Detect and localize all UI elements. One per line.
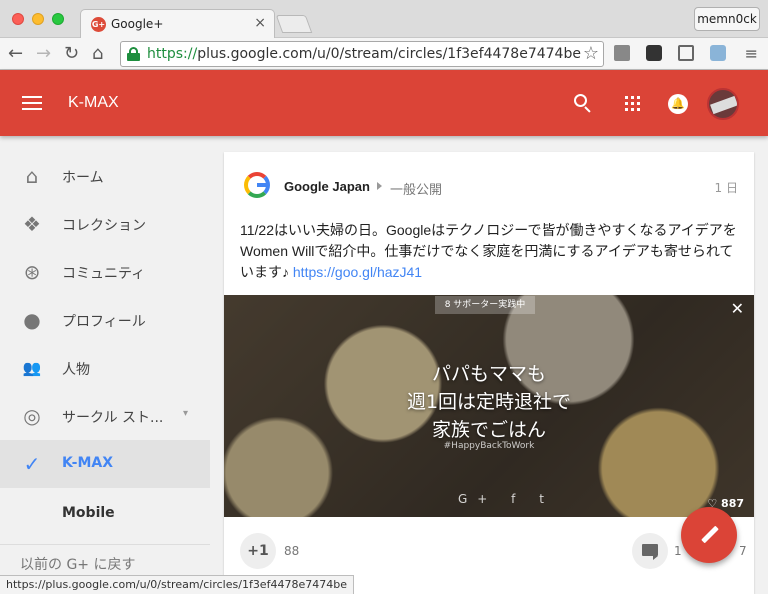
back-button[interactable]: ← bbox=[8, 43, 23, 64]
image-caption-line-2: 週1回は定時退社で bbox=[406, 391, 572, 413]
sidebar-item-communities[interactable]: ⊛ コミュニティ bbox=[0, 248, 210, 296]
post-body: 11/22はいい夫婦の日。Googleはテクノロジーで皆が働きやすくなるアイデア… bbox=[240, 222, 737, 280]
people-icon: 👥 bbox=[22, 359, 42, 377]
browser-tab-bar: G+ Google+ × memn0ck bbox=[0, 0, 768, 39]
sidebar-divider bbox=[0, 544, 210, 545]
apps-grid-icon[interactable] bbox=[625, 96, 640, 111]
sidebar-item-collections[interactable]: ❖ コレクション bbox=[0, 200, 210, 248]
post-image[interactable]: 8 サポーター実践中 ✕ パパもママも 週1回は定時退社で 家族でごはん #Ha… bbox=[224, 295, 754, 517]
hamburger-menu-icon[interactable] bbox=[22, 96, 42, 110]
tab-title: Google+ bbox=[111, 17, 164, 31]
collections-icon: ❖ bbox=[23, 212, 41, 236]
compose-post-button[interactable] bbox=[681, 507, 737, 563]
close-icon[interactable]: ✕ bbox=[731, 299, 744, 318]
image-social-icons: G+ f t bbox=[458, 492, 554, 506]
reload-button[interactable]: ↻ bbox=[64, 43, 79, 64]
sidebar-item-mobile[interactable]: Mobile bbox=[62, 505, 115, 521]
browser-tab[interactable]: G+ Google+ × bbox=[80, 9, 275, 39]
forward-button[interactable]: → bbox=[36, 43, 51, 64]
sidebar-item-profile[interactable]: ● プロフィール bbox=[0, 296, 210, 344]
circles-icon: ◎ bbox=[23, 404, 41, 428]
classic-g-plus-link[interactable]: 以前の G+ に戻す bbox=[20, 554, 135, 574]
share-arrow-icon bbox=[377, 182, 382, 190]
comment-button[interactable] bbox=[632, 533, 668, 569]
home-button[interactable]: ⌂ bbox=[92, 43, 103, 64]
incognito-extension-icon[interactable] bbox=[646, 45, 662, 61]
post-timestamp[interactable]: 1 日 bbox=[715, 179, 738, 196]
sidebar-item-label: コミュニティ bbox=[62, 266, 146, 282]
sidebar-item-label: コレクション bbox=[62, 218, 146, 234]
status-url-bubble: https://plus.google.com/u/0/stream/circl… bbox=[0, 575, 354, 594]
new-tab-button[interactable] bbox=[275, 15, 313, 33]
page-title: K-MAX bbox=[68, 94, 119, 111]
profile-icon: ● bbox=[23, 308, 41, 332]
pencil-icon bbox=[701, 525, 719, 544]
lock-icon bbox=[127, 47, 140, 61]
browser-profile-button[interactable]: memn0ck bbox=[694, 7, 760, 31]
check-icon: ✓ bbox=[23, 452, 41, 476]
sidebar-item-label: ホーム bbox=[62, 170, 104, 186]
image-caption-line-1: パパもママも bbox=[431, 363, 546, 385]
post-visibility: 一般公開 bbox=[390, 183, 443, 198]
plus-one-count: 88 bbox=[284, 544, 300, 558]
sidebar-item-circle-streams[interactable]: ◎ サークル スト... ▾ bbox=[0, 392, 210, 440]
search-icon[interactable] bbox=[574, 94, 592, 113]
browser-menu-icon[interactable]: ≡ bbox=[745, 44, 758, 63]
url-text: https://plus.google.com/u/0/stream/circl… bbox=[147, 46, 581, 62]
google-plus-favicon-icon: G+ bbox=[91, 17, 106, 32]
avatar[interactable] bbox=[707, 88, 739, 120]
google-logo-icon[interactable] bbox=[244, 172, 270, 198]
sidebar-item-k-max[interactable]: ✓ K-MAX bbox=[0, 440, 210, 488]
tab-close-icon[interactable]: × bbox=[254, 15, 266, 31]
sidebar-item-people[interactable]: 👥 人物 bbox=[0, 344, 210, 392]
chevron-down-icon[interactable]: ▾ bbox=[183, 408, 188, 419]
minimize-window-button[interactable] bbox=[32, 13, 44, 25]
image-hashtag: #HappyBackToWork bbox=[443, 441, 535, 451]
camera-extension-icon[interactable] bbox=[710, 45, 726, 61]
share-count: 7 bbox=[739, 544, 747, 558]
plus-one-button[interactable]: +1 bbox=[240, 533, 276, 569]
sidebar-item-label: サークル スト... bbox=[62, 410, 164, 426]
sidebar-item-label: 人物 bbox=[62, 362, 90, 378]
cast-icon[interactable] bbox=[678, 45, 694, 61]
address-bar[interactable]: https://plus.google.com/u/0/stream/circl… bbox=[120, 41, 604, 67]
comment-count: 1 bbox=[674, 544, 682, 558]
notifications-bell-icon[interactable]: 🔔 bbox=[668, 94, 688, 114]
post-link[interactable]: https://goo.gl/hazJ41 bbox=[293, 264, 422, 280]
image-badge: 8 サポーター実践中 bbox=[435, 296, 535, 314]
sidebar-item-home[interactable]: ⌂ ホーム bbox=[0, 152, 210, 200]
browser-toolbar: ← → ↻ ⌂ https://plus.google.com/u/0/stre… bbox=[0, 38, 768, 70]
sidebar: ⌂ ホーム ❖ コレクション ⊛ コミュニティ ● プロフィール 👥 人物 ◎ … bbox=[0, 136, 210, 594]
zoom-window-button[interactable] bbox=[52, 13, 64, 25]
post-card: Google Japan 一般公開 1 日 11/22はいい夫婦の日。Googl… bbox=[224, 152, 754, 594]
close-window-button[interactable] bbox=[12, 13, 24, 25]
app-header: K-MAX 🔔 bbox=[0, 70, 768, 136]
image-caption-line-3: 家族でごはん bbox=[431, 419, 546, 441]
extension-icon[interactable] bbox=[614, 45, 630, 61]
home-icon: ⌂ bbox=[25, 164, 39, 188]
bookmark-star-icon[interactable]: ☆ bbox=[583, 43, 599, 64]
communities-icon: ⊛ bbox=[23, 260, 41, 284]
sidebar-item-label: プロフィール bbox=[62, 314, 146, 330]
sidebar-item-label: K-MAX bbox=[62, 455, 114, 471]
post-author[interactable]: Google Japan bbox=[284, 179, 370, 194]
